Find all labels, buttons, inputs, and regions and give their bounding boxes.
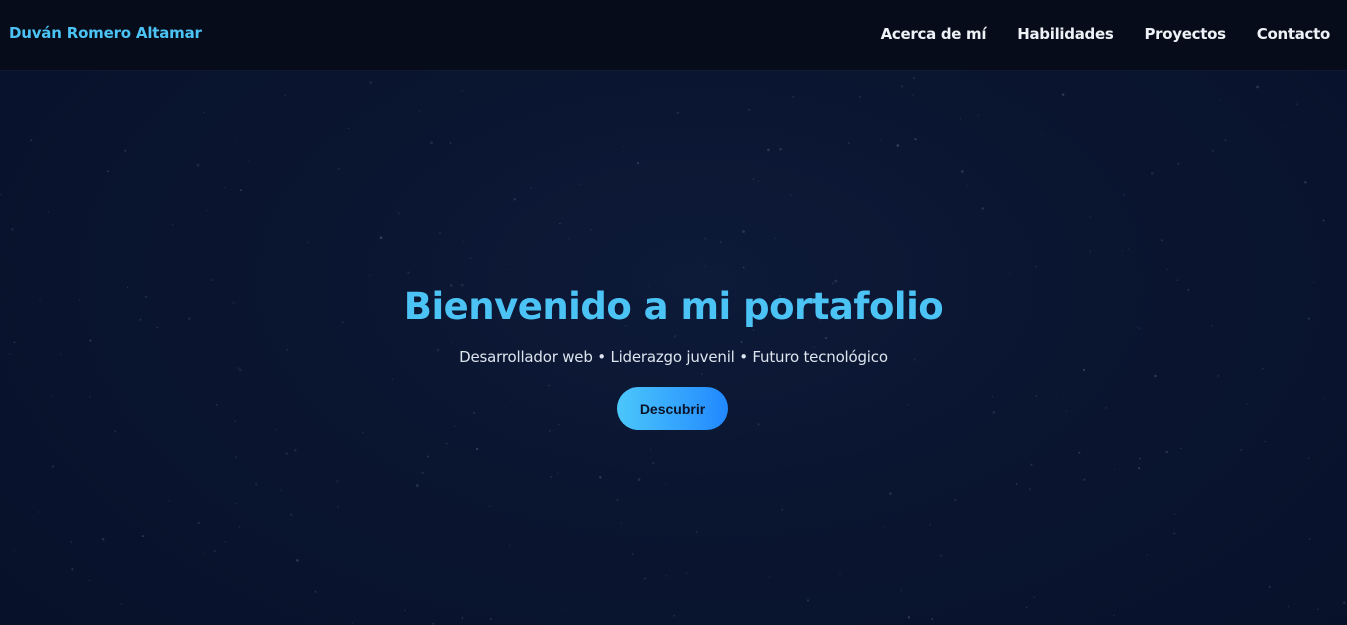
nav-link-skills[interactable]: Habilidades [1017, 25, 1114, 43]
brand-name-link[interactable]: Duván Romero Altamar [9, 24, 202, 42]
hero-section: Bienvenido a mi portafolio Desarrollador… [0, 71, 1347, 625]
portfolio-page: Duván Romero Altamar Acerca de mí Habili… [0, 0, 1347, 625]
nav-link-contact[interactable]: Contacto [1257, 25, 1331, 43]
hero-title: Bienvenido a mi portafolio [403, 285, 944, 328]
hero-subtitle: Desarrollador web • Liderazgo juvenil • … [459, 348, 888, 366]
nav-link-projects[interactable]: Proyectos [1144, 25, 1226, 43]
nav-links: Acerca de mí Habilidades Proyectos Conta… [850, 25, 1331, 43]
discover-button[interactable]: Descubrir [617, 387, 728, 430]
nav-link-about[interactable]: Acerca de mí [881, 25, 987, 43]
top-navbar: Duván Romero Altamar Acerca de mí Habili… [0, 0, 1347, 71]
